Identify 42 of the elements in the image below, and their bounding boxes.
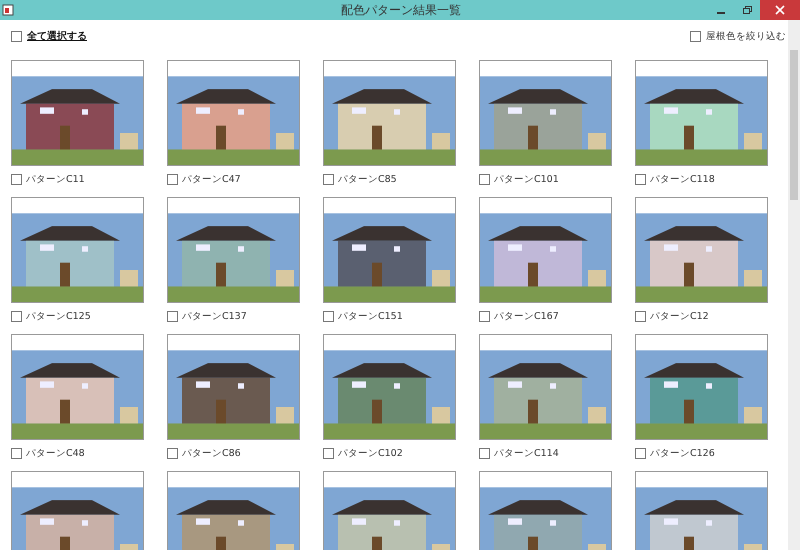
pattern-label: パターンC101: [494, 172, 559, 186]
pattern-label: パターンC48: [26, 446, 85, 460]
select-all-label[interactable]: 全て選択する: [27, 29, 87, 43]
checkbox[interactable]: [690, 30, 701, 42]
checkbox[interactable]: [167, 174, 178, 184]
pattern-label: パターンC12: [650, 310, 709, 322]
checkbox[interactable]: [479, 310, 490, 322]
pattern-label: パターンC118: [650, 172, 715, 186]
roof-filter-label[interactable]: 屋根色を絞り込む: [706, 30, 786, 42]
close-button[interactable]: [760, 0, 800, 20]
checkbox[interactable]: [635, 310, 646, 322]
checkbox[interactable]: [167, 310, 178, 322]
checkbox[interactable]: [479, 448, 490, 458]
window-title: 配色パターン結果一覧: [340, 2, 462, 18]
close-icon: [775, 5, 785, 15]
pattern-label: パターンC102: [338, 446, 403, 460]
pattern-label: パターンC85: [338, 172, 397, 186]
checkbox[interactable]: [11, 448, 22, 458]
checkbox[interactable]: [11, 174, 22, 184]
checkbox[interactable]: [167, 448, 178, 458]
scrollbar-thumb[interactable]: [790, 50, 798, 200]
pattern-label: パターンC167: [494, 310, 559, 322]
app-icon: [2, 4, 14, 16]
pattern-label: パターンC126: [650, 446, 715, 460]
pattern-label: パターンC151: [338, 310, 403, 322]
pattern-label: パターンC86: [182, 446, 241, 460]
pattern-label: パターンC114: [494, 446, 559, 460]
checkbox[interactable]: [479, 174, 490, 184]
scrollbar[interactable]: [788, 20, 800, 550]
checkbox[interactable]: [11, 30, 22, 42]
restore-icon: [742, 5, 752, 15]
pattern-label: パターンC137: [182, 310, 247, 322]
pattern-label: パターンC125: [26, 310, 91, 322]
checkbox[interactable]: [323, 448, 334, 458]
minimize-icon: [717, 12, 725, 14]
pattern-label: パターンC11: [26, 172, 85, 186]
checkbox[interactable]: [635, 448, 646, 458]
checkbox[interactable]: [323, 174, 334, 184]
checkbox[interactable]: [11, 310, 22, 322]
pattern-label: パターンC47: [182, 172, 241, 186]
checkbox[interactable]: [635, 174, 646, 184]
checkbox[interactable]: [323, 310, 334, 322]
